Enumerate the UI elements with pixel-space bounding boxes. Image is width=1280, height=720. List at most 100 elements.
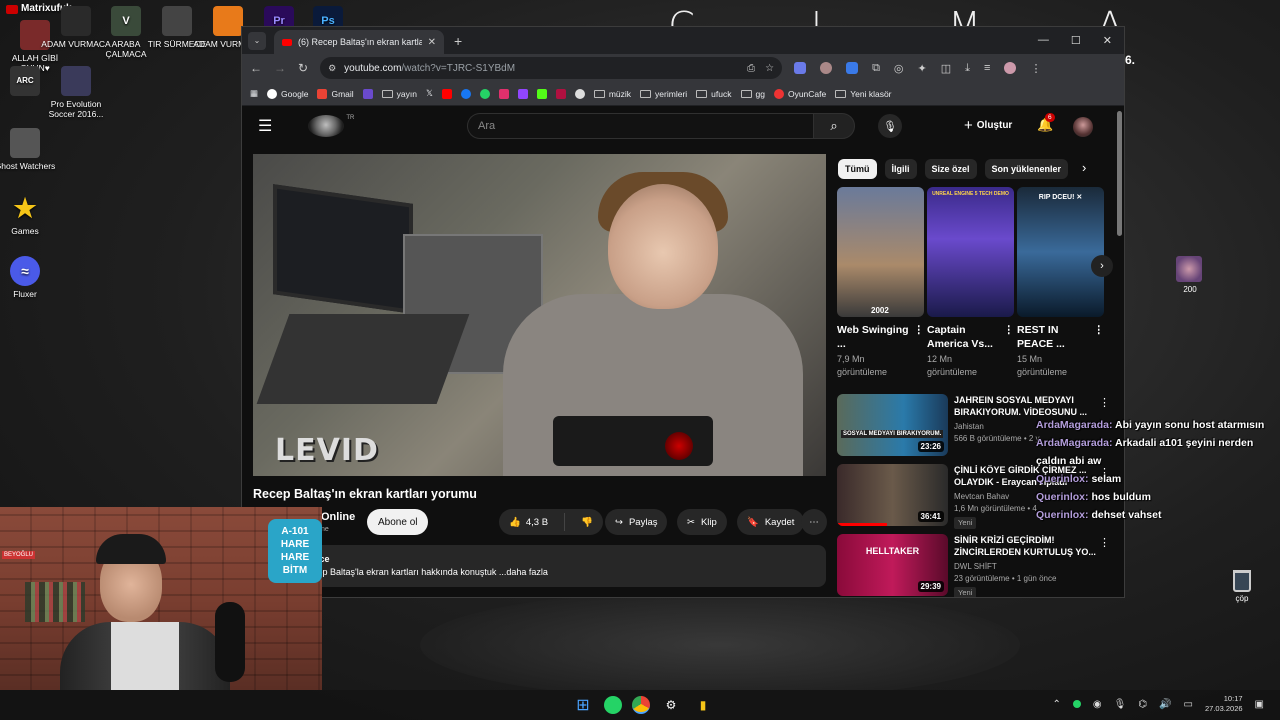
reload-icon[interactable]: ↻ — [298, 61, 308, 75]
chips-next-icon[interactable]: › — [1082, 160, 1086, 175]
bookmark-facebook[interactable] — [460, 88, 471, 99]
bookmark-github[interactable] — [574, 88, 585, 99]
short-thumbnail[interactable]: UNREAL ENGINE 5 TECH DEMO — [927, 187, 1014, 317]
address-bar[interactable]: ⚙ youtube.com/watch?v=TJRC-S1YBdM ⎙ ☆ — [320, 57, 783, 79]
extension-icon[interactable]: ✦ — [918, 62, 927, 75]
volume-icon[interactable]: 🔊 — [1159, 699, 1171, 710]
extension-icon[interactable]: ◫ — [941, 62, 951, 75]
channel-name[interactable]: Online — [321, 511, 355, 523]
kebab-menu-icon[interactable]: ⋮ — [914, 323, 925, 351]
description-box[interactable]: eme 15 yıl önce n Editörü Recep Baltaş'l… — [253, 545, 826, 587]
desktop-icon-200[interactable]: 200 — [1176, 256, 1204, 294]
chip-all[interactable]: Tümü — [838, 159, 877, 179]
close-tab-icon[interactable]: ✕ — [428, 37, 436, 48]
bookmark-twitch[interactable] — [517, 88, 528, 99]
app-icon[interactable]: ▮ — [692, 694, 714, 716]
tab-youtube[interactable]: (6) Recep Baltaş'ın ekran kartlar ✕ — [274, 30, 444, 54]
tray-app-icon[interactable] — [1072, 700, 1081, 708]
windows-start-icon[interactable]: ⊞ — [572, 694, 594, 716]
save-button[interactable]: 🔖 Kaydet — [737, 509, 805, 535]
channel-logo[interactable] — [308, 115, 345, 137]
minimize-icon[interactable]: — — [1038, 34, 1049, 47]
desktop-icon-games[interactable]: ★ Games — [0, 193, 60, 236]
notifications-bell-icon[interactable]: 🔔 6 — [1037, 113, 1055, 133]
create-button[interactable]: + Oluştur — [964, 117, 1012, 134]
video-player[interactable]: LEVID — [253, 154, 826, 476]
kebab-menu-icon[interactable]: ⋮ — [1004, 323, 1015, 351]
bookmark-instagram[interactable] — [498, 88, 509, 99]
clip-button[interactable]: ✂ Klip — [677, 509, 727, 535]
clock[interactable]: 10:17 27.03.2026 — [1205, 694, 1243, 714]
desktop-icon-recycle-bin[interactable]: çöp — [1222, 570, 1262, 603]
list-item[interactable]: HELLTAKER 29:39 SİNİR KRİZİ GEÇİRDİM! Zİ… — [837, 534, 1112, 597]
video-thumbnail[interactable]: 36:41 — [837, 464, 948, 526]
bookmark-apps[interactable]: ▦ — [250, 88, 258, 99]
search-input[interactable]: Ara — [467, 113, 813, 139]
bookmark-folder-gg[interactable]: gg — [740, 89, 765, 99]
profile-icon[interactable] — [1004, 62, 1017, 74]
back-icon[interactable]: ← — [250, 61, 262, 75]
bookmark-folder-yayin[interactable]: yayın — [381, 89, 417, 99]
tab-search-button[interactable]: ⌄ — [248, 31, 266, 50]
bookmark-google[interactable]: Google — [267, 88, 308, 99]
chip-recent[interactable]: Son yüklenenler — [984, 159, 1069, 179]
video-thumbnail[interactable]: HELLTAKER 29:39 — [837, 534, 948, 596]
battery-icon[interactable]: ▭ — [1184, 699, 1193, 710]
desktop-icon-pes2016[interactable]: Pro Evolution Soccer 2016... — [41, 66, 111, 119]
browser-menu-icon[interactable]: ⋮ — [1030, 62, 1041, 75]
site-info-icon[interactable]: ⚙ — [328, 63, 336, 74]
chip-related[interactable]: İlgili — [884, 159, 917, 179]
bookmark-gmail[interactable]: Gmail — [317, 88, 354, 99]
short-thumbnail[interactable]: 2002 — [837, 187, 924, 317]
short-item[interactable]: RIP DCEU! ✕ REST IN PEACE ... ⋮ 15 Mn görü… — [1017, 187, 1104, 379]
avatar[interactable] — [1073, 117, 1093, 137]
new-tab-button[interactable]: + — [454, 33, 462, 49]
bookmark-folder-yeni-klasor[interactable]: Yeni klasör — [835, 89, 892, 99]
kebab-menu-icon[interactable]: ⋮ — [1099, 396, 1110, 409]
shorts-next-icon[interactable]: › — [1091, 255, 1113, 277]
install-app-icon[interactable]: ⎙ — [747, 63, 755, 74]
short-item[interactable]: UNREAL ENGINE 5 TECH DEMO Captain Americ… — [927, 187, 1014, 379]
subscribe-button[interactable]: Abone ol — [367, 509, 429, 535]
bookmark-extension[interactable] — [362, 88, 373, 99]
steam-icon[interactable]: ⚙ — [660, 694, 682, 716]
search-icon[interactable]: ⌕ — [813, 113, 855, 139]
bookmark-whatsapp[interactable] — [479, 88, 490, 99]
reading-list-icon[interactable]: ≡ — [984, 62, 990, 74]
page-scrollbar[interactable] — [1117, 111, 1122, 236]
microphone-icon[interactable]: 🎙 — [878, 114, 902, 138]
bookmark-kick[interactable] — [536, 88, 547, 99]
extension-icon[interactable] — [846, 62, 859, 74]
bookmark-folder-muzik[interactable]: müzik — [593, 89, 631, 99]
extensions-puzzle-icon[interactable]: ⧉ — [872, 62, 880, 75]
microphone-tray-icon[interactable]: 🎙 — [1114, 699, 1127, 710]
whatsapp-icon[interactable] — [604, 696, 622, 714]
extension-icon[interactable] — [820, 62, 833, 74]
dislike-button[interactable]: 👎 — [571, 517, 603, 528]
menu-icon[interactable]: ☰ — [258, 116, 272, 136]
maximize-icon[interactable]: ☐ — [1071, 34, 1081, 47]
tray-chevron-icon[interactable]: ⌃ — [1053, 699, 1061, 710]
short-thumbnail[interactable]: RIP DCEU! ✕ — [1017, 187, 1104, 317]
forward-icon[interactable]: → — [274, 61, 286, 75]
discord-icon[interactable]: ◉ — [1093, 699, 1102, 710]
bookmark-star-icon[interactable]: ☆ — [765, 63, 774, 74]
bookmark-x[interactable]: 𝕏 — [426, 88, 433, 99]
download-icon[interactable]: ⤓ — [965, 62, 970, 75]
chip-for-you[interactable]: Size özel — [924, 159, 977, 179]
notification-center-icon[interactable]: ▣ — [1255, 699, 1264, 710]
like-button[interactable]: 👍 4,3 B — [499, 517, 558, 528]
extension-icon[interactable]: ◎ — [894, 62, 904, 75]
extension-icon[interactable] — [794, 62, 807, 74]
bookmark-youtube[interactable] — [441, 88, 452, 99]
share-button[interactable]: ↪ Paylaş — [605, 509, 668, 535]
more-actions-icon[interactable]: ⋯ — [801, 509, 827, 535]
network-icon[interactable]: ⌬ — [1138, 699, 1147, 710]
desktop-icon-ghost-watchers[interactable]: Ghost Watchers — [0, 128, 60, 171]
bookmark-oyuncafe[interactable]: OyunCafe — [773, 88, 826, 99]
video-thumbnail[interactable]: SOSYAL MEDYAYI BIRAKIYORUM. 23:26 — [837, 394, 948, 456]
desktop-icon-fluxer[interactable]: ≈ Fluxer — [0, 256, 60, 299]
bookmark-folder-yerimleri[interactable]: yerimleri — [640, 89, 687, 99]
bookmark-site[interactable] — [555, 88, 566, 99]
close-window-icon[interactable]: ✕ — [1103, 34, 1112, 47]
